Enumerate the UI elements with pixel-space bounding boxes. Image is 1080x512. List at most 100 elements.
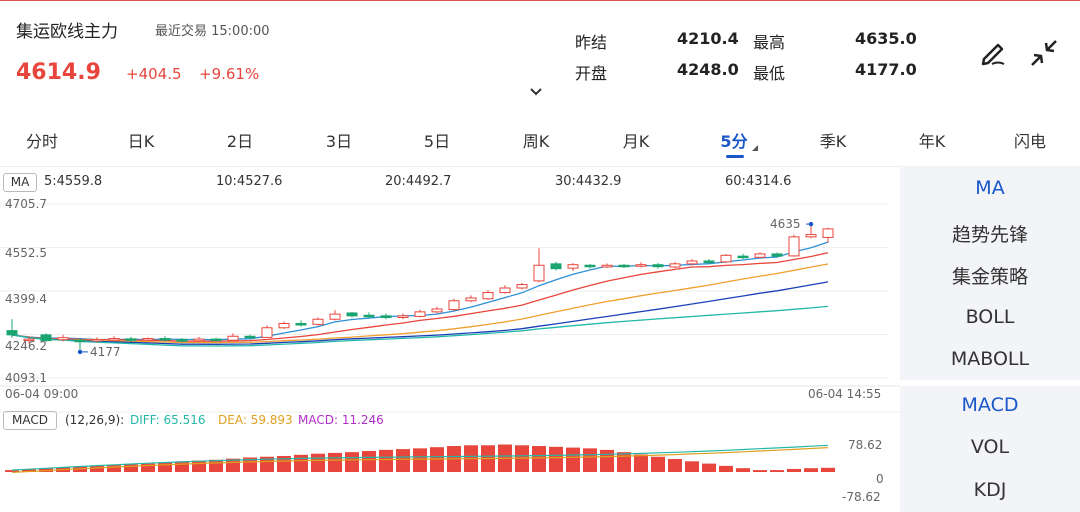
macd-bar bbox=[566, 447, 580, 472]
ma10-line bbox=[11, 252, 829, 342]
macd-bar bbox=[158, 462, 172, 472]
candle-body bbox=[414, 311, 426, 317]
y-axis-label: 4552.5 bbox=[5, 246, 47, 260]
interval-dropdown-icon[interactable] bbox=[752, 145, 758, 151]
ma60-value: 60:4314.6 bbox=[725, 174, 792, 189]
tab-quarterly-k[interactable]: 季K bbox=[820, 128, 847, 152]
tab-weekly-k[interactable]: 周K bbox=[523, 128, 550, 152]
candle-body bbox=[108, 338, 120, 341]
indicator-maboll[interactable]: MABOLL bbox=[900, 348, 1080, 370]
indicator-ma[interactable]: MA bbox=[900, 177, 1080, 199]
candle-body bbox=[6, 330, 18, 336]
tab-5day[interactable]: 5日 bbox=[424, 128, 450, 152]
candle-body bbox=[737, 255, 749, 259]
ma20-line bbox=[11, 263, 829, 344]
tab-monthly-k[interactable]: 月K bbox=[623, 128, 650, 152]
macd-bar bbox=[651, 456, 665, 472]
collapse-fullscreen-icon[interactable] bbox=[1028, 37, 1060, 69]
macd-bar bbox=[90, 465, 104, 472]
macd-diff-value: DIFF: 65.516 bbox=[130, 413, 206, 427]
macd-bar bbox=[583, 448, 597, 472]
candle-body bbox=[567, 264, 579, 269]
macd-bar bbox=[685, 461, 699, 472]
candle-body bbox=[618, 264, 630, 268]
macd-bar bbox=[736, 468, 750, 472]
candle-body bbox=[550, 263, 562, 270]
tab-intraday[interactable]: 分时 bbox=[26, 128, 58, 152]
candle-body bbox=[397, 315, 409, 319]
indicator-panel-separator bbox=[900, 380, 1080, 386]
tab-daily-k[interactable]: 日K bbox=[128, 128, 155, 152]
open-label: 开盘 bbox=[575, 64, 608, 83]
indicator-jijin-strategy[interactable]: 集金策略 bbox=[900, 262, 1080, 289]
low-marker-dot bbox=[77, 349, 83, 355]
macd-bar bbox=[379, 449, 393, 472]
tab-3day[interactable]: 3日 bbox=[326, 128, 352, 152]
x-axis-start-label: 06-04 09:00 bbox=[5, 387, 78, 401]
candle-body bbox=[159, 338, 171, 341]
ma5-value: 5:4559.8 bbox=[44, 174, 103, 189]
high-label: 最高 bbox=[753, 33, 786, 52]
x-axis-end-label: 06-04 14:55 bbox=[808, 387, 881, 401]
low-label: 最低 bbox=[753, 64, 786, 83]
indicator-trend-pioneer[interactable]: 趋势先锋 bbox=[900, 220, 1080, 247]
candle-body bbox=[754, 253, 766, 258]
candle-body bbox=[584, 264, 596, 268]
macd-bar bbox=[549, 446, 563, 472]
candle-body bbox=[516, 284, 528, 289]
indicator-vol[interactable]: VOL bbox=[900, 436, 1080, 458]
macd-value: MACD: 11.246 bbox=[298, 413, 384, 427]
macd-bar bbox=[209, 459, 223, 472]
high-marker-label: 4635 bbox=[770, 217, 801, 231]
ma10-value: 10:4527.6 bbox=[216, 174, 283, 189]
draw-pen-icon[interactable] bbox=[978, 37, 1010, 69]
macd-zero-label: 0 bbox=[876, 472, 884, 486]
candle-body bbox=[91, 338, 103, 342]
indicator-macd[interactable]: MACD bbox=[900, 394, 1080, 416]
tab-lightning[interactable]: 闪电 bbox=[1014, 128, 1046, 152]
expand-chevron-icon[interactable] bbox=[529, 86, 543, 98]
macd-top-label: 78.62 bbox=[848, 438, 882, 452]
candle-body bbox=[125, 338, 137, 341]
candle-body bbox=[142, 338, 154, 341]
tab-yearly-k[interactable]: 年K bbox=[919, 128, 946, 152]
low-marker-label: 4177 bbox=[90, 345, 121, 359]
macd-dea-value: DEA: 59.893 bbox=[218, 413, 293, 427]
last-trade-time: 最近交易 15:00:00 bbox=[155, 24, 270, 39]
candle-body bbox=[295, 322, 307, 326]
macd-bar bbox=[770, 470, 784, 472]
candle-body bbox=[176, 339, 188, 342]
price-change: +404.5 bbox=[126, 65, 182, 83]
macd-bar bbox=[345, 452, 359, 472]
candle-body bbox=[74, 339, 86, 343]
macd-bar bbox=[362, 451, 376, 472]
tab-5min[interactable]: 5分 bbox=[720, 128, 747, 152]
macd-bar bbox=[175, 461, 189, 472]
indicator-kdj[interactable]: KDJ bbox=[900, 479, 1080, 501]
macd-bar bbox=[821, 467, 835, 472]
contract-title: 集运欧线主力 bbox=[16, 22, 118, 42]
candle-body bbox=[499, 287, 511, 294]
indicator-boll[interactable]: BOLL bbox=[900, 306, 1080, 328]
candle-body bbox=[482, 292, 494, 300]
candle-body bbox=[465, 297, 477, 302]
active-tab-indicator bbox=[726, 155, 744, 158]
macd-bar bbox=[804, 468, 818, 472]
candle-body bbox=[329, 313, 341, 320]
open-value: 4248.0 bbox=[677, 60, 739, 79]
candle-body bbox=[601, 264, 613, 268]
candlestick-chart[interactable]: 4705.7 4552.5 4399.4 4246.2 4093.1 06-04… bbox=[0, 190, 900, 512]
candle-body bbox=[533, 264, 545, 282]
candle-body bbox=[363, 314, 375, 318]
prev-settle-value: 4210.4 bbox=[677, 29, 739, 48]
tab-2day[interactable]: 2日 bbox=[227, 128, 253, 152]
candle-body bbox=[805, 234, 817, 238]
low-value: 4177.0 bbox=[855, 60, 917, 79]
candle-body bbox=[822, 228, 834, 238]
high-value: 4635.0 bbox=[855, 29, 917, 48]
candle-body bbox=[210, 338, 222, 342]
macd-indicator-label[interactable]: MACD bbox=[3, 411, 57, 430]
candle-body bbox=[635, 264, 647, 267]
macd-bar bbox=[787, 468, 801, 472]
macd-bar bbox=[617, 452, 631, 472]
